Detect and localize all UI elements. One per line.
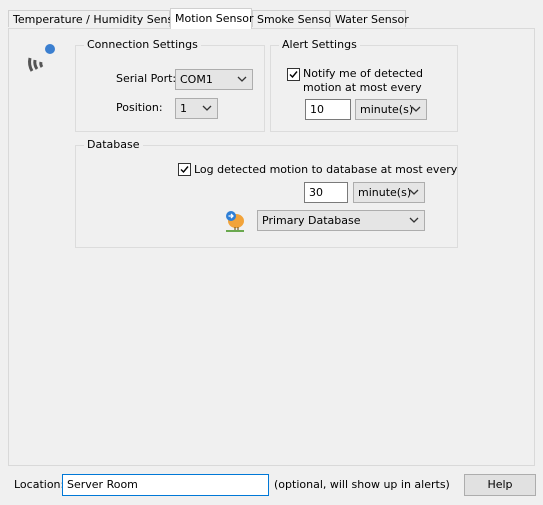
chevron-down-icon bbox=[409, 217, 419, 223]
notify-checkbox[interactable] bbox=[287, 68, 300, 81]
checkmark-icon bbox=[289, 71, 298, 79]
alert-interval-input[interactable]: 10 bbox=[305, 99, 351, 120]
tab-temperature-humidity[interactable]: Temperature / Humidity Sensor bbox=[8, 10, 184, 27]
database-select[interactable]: Primary Database bbox=[257, 210, 425, 231]
database-interval-unit-value: minute(s) bbox=[358, 186, 412, 199]
chevron-down-icon bbox=[409, 189, 419, 195]
alert-settings-title: Alert Settings bbox=[279, 38, 360, 52]
serial-port-label: Serial Port: bbox=[116, 72, 177, 85]
motion-sensor-panel: Connection Settings Serial Port: COM1 Po… bbox=[8, 28, 535, 466]
alert-interval-unit-select[interactable]: minute(s) bbox=[355, 99, 427, 120]
alert-settings-group: Alert Settings Notify me of detected mot… bbox=[270, 38, 458, 132]
checkmark-icon bbox=[180, 166, 189, 174]
position-select[interactable]: 1 bbox=[175, 98, 218, 119]
tab-motion-sensor[interactable]: Motion Sensor bbox=[170, 8, 254, 29]
chevron-down-icon bbox=[202, 105, 212, 111]
database-value: Primary Database bbox=[262, 214, 361, 227]
location-input[interactable]: Server Room bbox=[62, 474, 269, 496]
tab-smoke-sensor[interactable]: Smoke Sensor bbox=[252, 10, 335, 27]
notify-label-line2: motion at most every bbox=[303, 81, 422, 94]
position-label: Position: bbox=[116, 101, 163, 114]
motion-sensor-icon bbox=[28, 44, 55, 72]
database-interval-unit-select[interactable]: minute(s) bbox=[353, 182, 425, 203]
log-motion-checkbox[interactable] bbox=[178, 163, 191, 176]
location-label: Location: bbox=[14, 478, 65, 491]
position-value: 1 bbox=[180, 102, 187, 115]
serial-port-value: COM1 bbox=[180, 73, 213, 86]
database-bird-icon bbox=[226, 211, 244, 232]
database-title: Database bbox=[84, 138, 143, 152]
serial-port-select[interactable]: COM1 bbox=[175, 69, 253, 90]
help-button[interactable]: Help bbox=[464, 474, 536, 496]
notify-label-line1: Notify me of detected bbox=[303, 67, 424, 80]
alert-interval-unit-value: minute(s) bbox=[360, 103, 414, 116]
database-group: Database Log detected motion to database… bbox=[75, 138, 458, 248]
connection-settings-group: Connection Settings Serial Port: COM1 Po… bbox=[75, 38, 265, 132]
log-motion-label: Log detected motion to database at most … bbox=[194, 163, 458, 176]
chevron-down-icon bbox=[411, 106, 421, 112]
connection-settings-title: Connection Settings bbox=[84, 38, 201, 52]
tab-water-sensor[interactable]: Water Sensor bbox=[330, 10, 409, 27]
database-interval-input[interactable]: 30 bbox=[304, 182, 348, 203]
location-hint: (optional, will show up in alerts) bbox=[274, 478, 450, 491]
chevron-down-icon bbox=[237, 76, 247, 82]
